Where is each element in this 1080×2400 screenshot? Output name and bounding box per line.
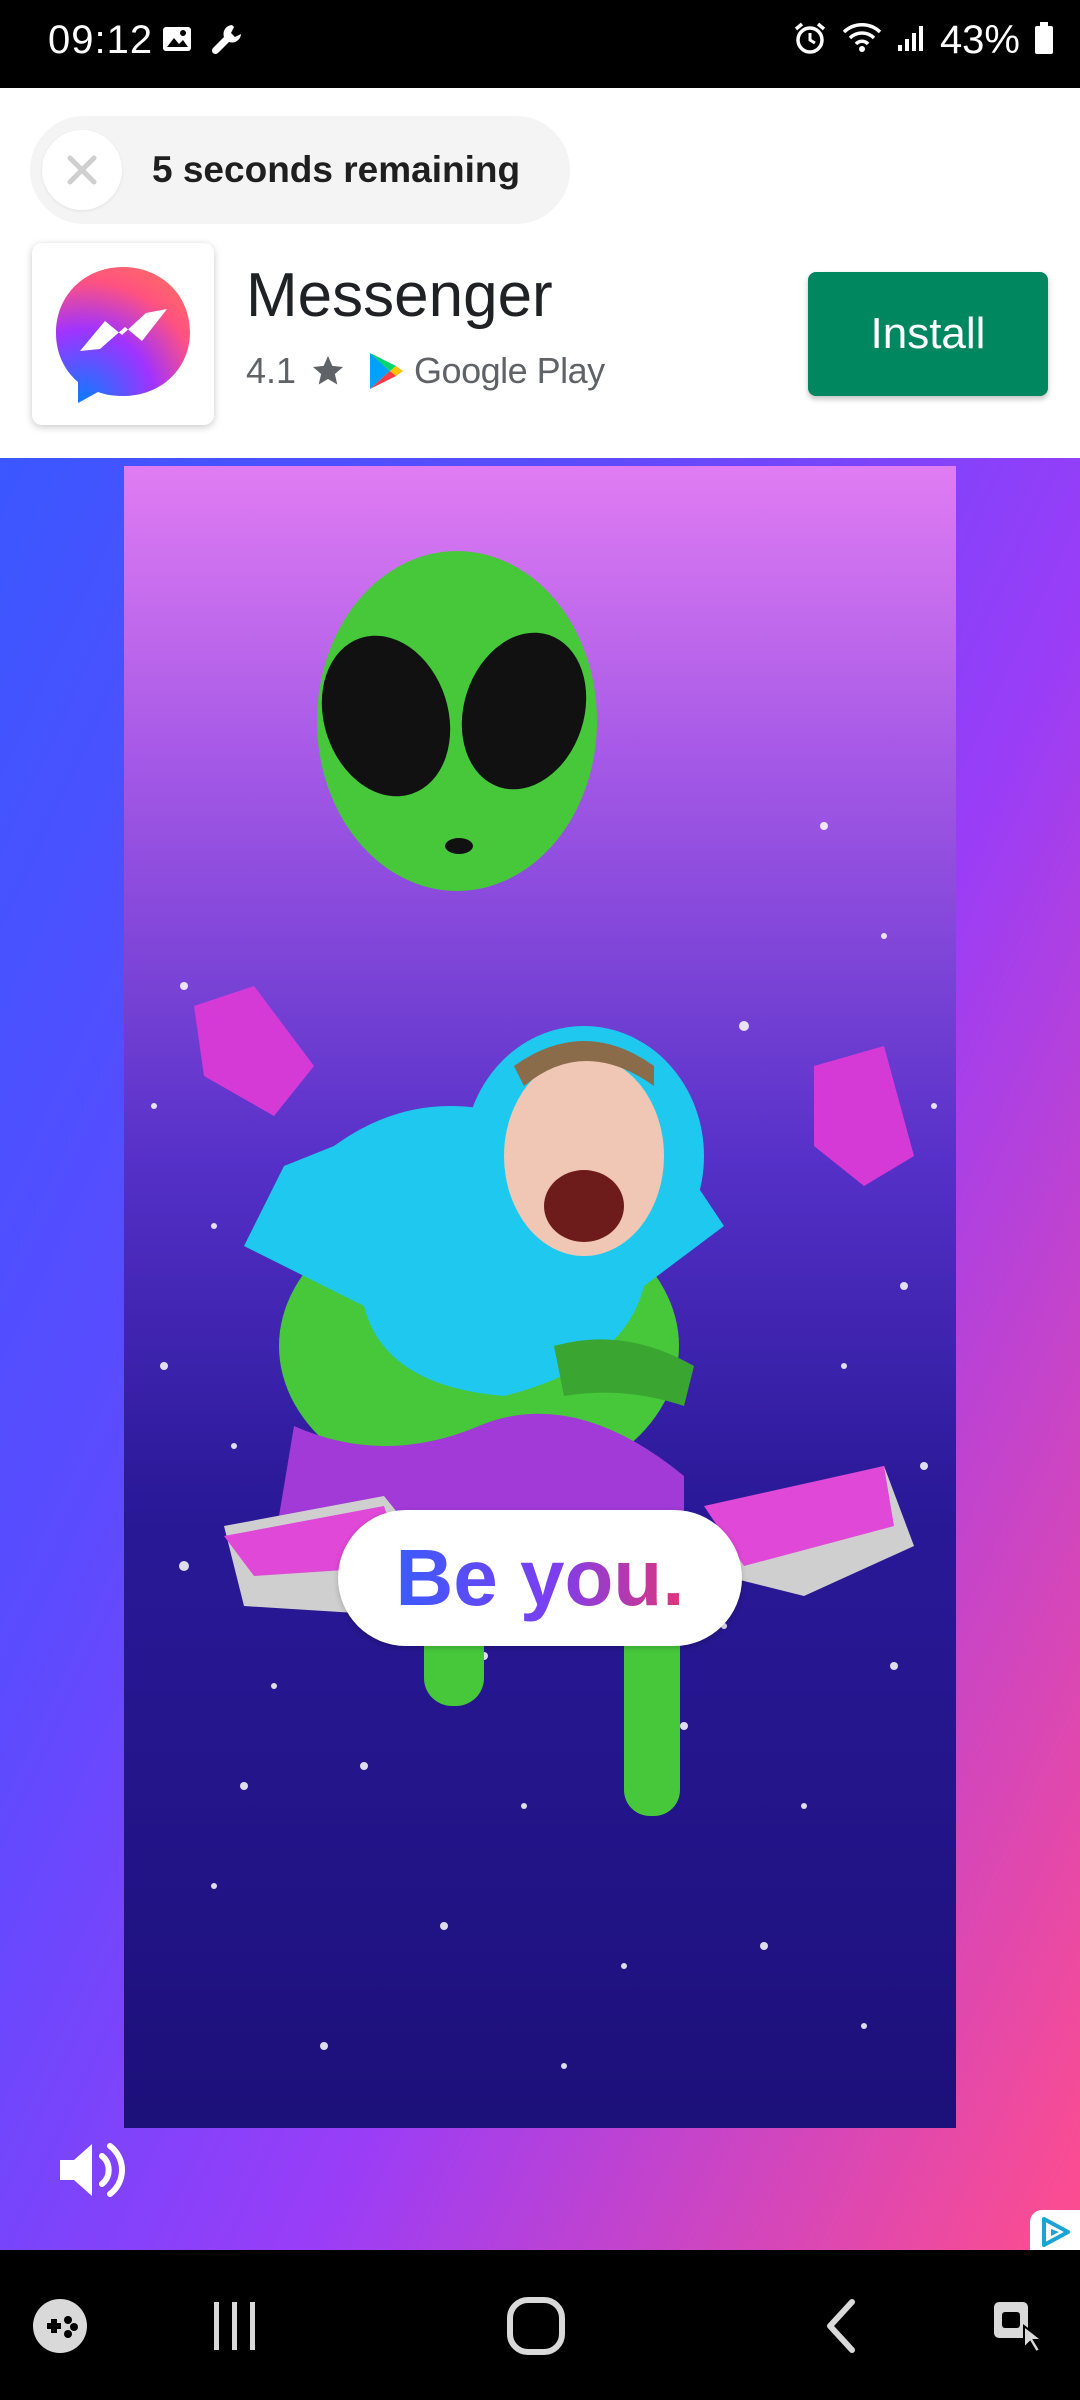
recents-icon — [214, 2302, 255, 2350]
recents-button[interactable] — [194, 2290, 274, 2362]
google-play-icon — [370, 353, 404, 389]
alarm-icon — [792, 20, 828, 61]
star-icon — [313, 356, 344, 385]
messenger-logo-icon — [56, 267, 190, 403]
install-button[interactable]: Install — [808, 272, 1048, 396]
game-launcher-icon — [33, 2299, 87, 2353]
app-meta: 4.1 Google Play — [246, 350, 605, 392]
game-launcher-button[interactable] — [20, 2290, 100, 2362]
wifi-icon — [842, 22, 882, 59]
close-ad-button[interactable] — [42, 130, 122, 210]
caption-text: Be you. — [395, 1533, 685, 1622]
volume-icon — [60, 2143, 125, 2197]
ad-video[interactable]: Be you. — [124, 466, 956, 2128]
accessibility-button[interactable] — [978, 2290, 1058, 2362]
store-name: Google Play — [414, 350, 605, 391]
status-bar: 09:12 43% — [0, 0, 1080, 88]
app-name: Messenger — [246, 261, 553, 330]
wrench-icon — [210, 22, 244, 61]
back-button[interactable] — [800, 2290, 880, 2362]
accessibility-icon — [994, 2302, 1045, 2354]
gallery-icon — [162, 25, 192, 58]
close-icon — [67, 155, 97, 185]
adchoices-icon — [1042, 2217, 1070, 2247]
adchoices-button[interactable] — [1030, 2210, 1080, 2250]
app-icon[interactable] — [32, 243, 214, 425]
battery-percent: 43% — [939, 18, 1020, 62]
alien-character — [194, 551, 914, 1816]
countdown-text: 5 seconds remaining — [152, 149, 521, 190]
status-time: 09:12 — [48, 18, 154, 62]
volume-button[interactable] — [52, 2130, 132, 2210]
ad-header: 5 seconds remaining Messenger 4.1 Google… — [0, 88, 1080, 458]
rating-value: 4.1 — [246, 350, 297, 391]
ad-media[interactable]: Be you. — [0, 458, 1080, 2250]
navigation-bar — [0, 2250, 1080, 2400]
countdown-pill: 5 seconds remaining — [30, 116, 570, 224]
home-icon — [507, 2297, 565, 2355]
battery-icon — [1034, 21, 1054, 60]
signal-icon — [896, 23, 926, 58]
caption-pill: Be you. — [338, 1510, 742, 1646]
back-icon — [827, 2299, 855, 2353]
home-button[interactable] — [496, 2290, 576, 2362]
